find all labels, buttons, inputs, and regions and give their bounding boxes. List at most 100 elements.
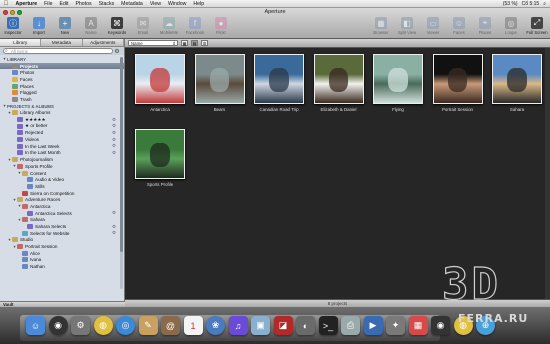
import-button[interactable]: ↓ Import: [28, 17, 50, 35]
tab-metadata[interactable]: Metadata: [41, 39, 83, 46]
itunes-icon[interactable]: ♫: [228, 316, 248, 335]
menu-photos[interactable]: Photos: [72, 1, 95, 7]
screenshot-icon[interactable]: ⎙: [341, 316, 360, 335]
sidebar-item-antarctica[interactable]: ▼ Antarctica: [0, 203, 124, 210]
loupe-button[interactable]: ◎ Loupe: [500, 17, 522, 35]
apple-menu-icon[interactable]: : [0, 1, 12, 7]
places-button[interactable]: ⌖ Places: [474, 17, 496, 35]
sidebar-item-sahara-selects[interactable]: Sahara Selects ⚙: [0, 223, 124, 230]
keywords-button[interactable]: ⌘ Keywords: [106, 17, 128, 35]
project-thumbnail[interactable]: [194, 54, 245, 104]
name-button[interactable]: A Name: [80, 17, 102, 35]
smart-settings-icon[interactable]: ⚙: [112, 210, 116, 216]
grid-view-button[interactable]: ▦: [181, 40, 188, 46]
finder-icon[interactable]: ☺: [26, 316, 45, 335]
project-thumbnail[interactable]: [373, 54, 423, 104]
sidebar-item-sports-profile[interactable]: ▼ Sports Profile: [0, 163, 124, 170]
browser-button[interactable]: ▦ Browser: [370, 17, 392, 35]
sidebar-item-alice[interactable]: Alice: [0, 250, 124, 257]
spotlight-icon[interactable]: ⌕: [543, 1, 546, 7]
sidebar-scrollbar[interactable]: [120, 57, 123, 289]
smart-settings-icon[interactable]: ⚙: [112, 224, 116, 230]
sidebar-item-rejected[interactable]: Rejected ⚙: [0, 130, 124, 137]
sidebar-item-photos[interactable]: Photos: [0, 69, 124, 76]
sidebar-item-audio-video[interactable]: Audio & Video: [0, 176, 124, 183]
inspector-button[interactable]: ⓘ Inspector: [2, 17, 24, 35]
iphoto-icon[interactable]: ❀: [206, 316, 225, 335]
sidebar-item-studio[interactable]: ▼ Studio: [0, 237, 124, 244]
project-thumbnail[interactable]: [254, 54, 304, 104]
menu-stacks[interactable]: Stacks: [95, 1, 118, 7]
project-thumbnail[interactable]: [492, 54, 542, 104]
project-tile[interactable]: Bears: [191, 50, 249, 118]
project-tile[interactable]: Antarctica: [131, 50, 189, 118]
menu-window[interactable]: Window: [164, 1, 189, 7]
address-book-icon[interactable]: @: [161, 316, 180, 335]
sidebar-item-nathan[interactable]: Nathan: [0, 263, 124, 270]
menu-file[interactable]: File: [41, 1, 56, 7]
sidebar-item-sahara[interactable]: ▼ Sahara: [0, 217, 124, 224]
smart-settings-icon[interactable]: ⚙: [112, 130, 116, 136]
tab-adjustments[interactable]: Adjustments: [83, 39, 124, 46]
facebook-button[interactable]: f Facebook: [184, 17, 206, 35]
sidebar-item-videos[interactable]: Videos ⚙: [0, 136, 124, 143]
notes-icon[interactable]: ✎: [138, 316, 158, 335]
sidebar-item-photojournalism[interactable]: ▼ Photojournalism: [0, 156, 124, 163]
battery-indicator[interactable]: (53 %): [503, 1, 518, 7]
project-tile[interactable]: Portrait Session: [429, 50, 487, 118]
sidebar-item-[interactable]: ★★★★★ ⚙: [0, 116, 124, 123]
sidebar-item-trash[interactable]: Trash: [0, 96, 124, 103]
sidebar-item-places[interactable]: Places: [0, 83, 124, 90]
new-button[interactable]: + New: [54, 17, 76, 35]
dashboard-icon[interactable]: ◉: [48, 316, 68, 335]
terminal-icon[interactable]: >_: [318, 316, 338, 335]
sidebar-item-in-the-last-month[interactable]: In the Last Month ⚙: [0, 150, 124, 157]
split-view-button[interactable]: ◧ Split View: [396, 17, 418, 35]
chrome-icon[interactable]: ◍: [93, 316, 113, 335]
viewer-button[interactable]: ▭ Viewer: [422, 17, 444, 35]
keynote-icon[interactable]: ▶: [363, 316, 383, 335]
ical-icon[interactable]: ▦: [408, 316, 428, 335]
project-tile[interactable]: Canadian Road Trip: [250, 50, 308, 118]
action-menu-icon[interactable]: ⚙: [113, 48, 121, 55]
flickr-button[interactable]: ● Flickr: [210, 17, 232, 35]
email-button[interactable]: ✉ Email: [132, 17, 154, 35]
menu-help[interactable]: Help: [190, 1, 208, 7]
aperture-icon[interactable]: ◐: [296, 316, 315, 335]
mobileme-button[interactable]: ☁ MobileMe: [158, 17, 180, 35]
clock[interactable]: Сб 5:15: [522, 1, 540, 7]
project-tile[interactable]: Sports Profile: [131, 125, 189, 193]
sidebar-item-antarctica-selects[interactable]: Antarctica Selects ⚙: [0, 210, 124, 217]
sidebar-item-stills[interactable]: Stills: [0, 183, 124, 190]
sidebar-item-adventure-races[interactable]: ▼ Adventure Races: [0, 196, 124, 203]
sidebar-item-or-better[interactable]: ★ or better ⚙: [0, 123, 124, 130]
project-thumbnail[interactable]: [135, 129, 185, 179]
project-thumbnail[interactable]: [432, 54, 483, 104]
system-preferences-icon[interactable]: ⚙: [71, 316, 90, 335]
sidebar-item-content[interactable]: ▼ Content: [0, 170, 124, 177]
list-view-button[interactable]: ☰: [201, 40, 208, 46]
sidebar-item-ivana[interactable]: Ivana: [0, 257, 124, 264]
sidebar-item-portrait-session[interactable]: ▼ Portrait Session: [0, 243, 124, 250]
smart-settings-icon[interactable]: ⚙: [112, 137, 116, 143]
library-search-input[interactable]: All Items: [3, 48, 113, 54]
preview-icon[interactable]: ▣: [251, 316, 270, 335]
smart-settings-icon[interactable]: ⚙: [112, 123, 116, 129]
smart-settings-icon[interactable]: ⚙: [112, 150, 116, 156]
sidebar-item-selects-for-website[interactable]: Selects for Website ⚙: [0, 230, 124, 237]
sidebar-item-projects[interactable]: Projects: [0, 62, 124, 70]
sidebar-item-sierra-on-competition[interactable]: Sierra on Competition: [0, 190, 124, 197]
menu-edit[interactable]: Edit: [56, 1, 72, 7]
tab-library[interactable]: Library: [0, 39, 42, 46]
filmstrip-view-button[interactable]: ▤: [191, 40, 198, 46]
smart-settings-icon[interactable]: ⚙: [112, 143, 116, 149]
smart-settings-icon[interactable]: ⚙: [112, 230, 116, 236]
sidebar-item-in-the-last-week[interactable]: In the Last Week ⚙: [0, 143, 124, 150]
faces-button[interactable]: ☺ Faces: [448, 17, 470, 35]
pixelmator-icon[interactable]: ✦: [386, 316, 405, 335]
sidebar-item-faces[interactable]: Faces: [0, 76, 124, 83]
sidebar-item-library-albums[interactable]: ▼ Library Albums: [0, 110, 124, 117]
menu-view[interactable]: View: [146, 1, 164, 7]
safari-icon[interactable]: ◎: [116, 316, 135, 335]
sidebar-item-flagged[interactable]: Flagged: [0, 89, 124, 96]
